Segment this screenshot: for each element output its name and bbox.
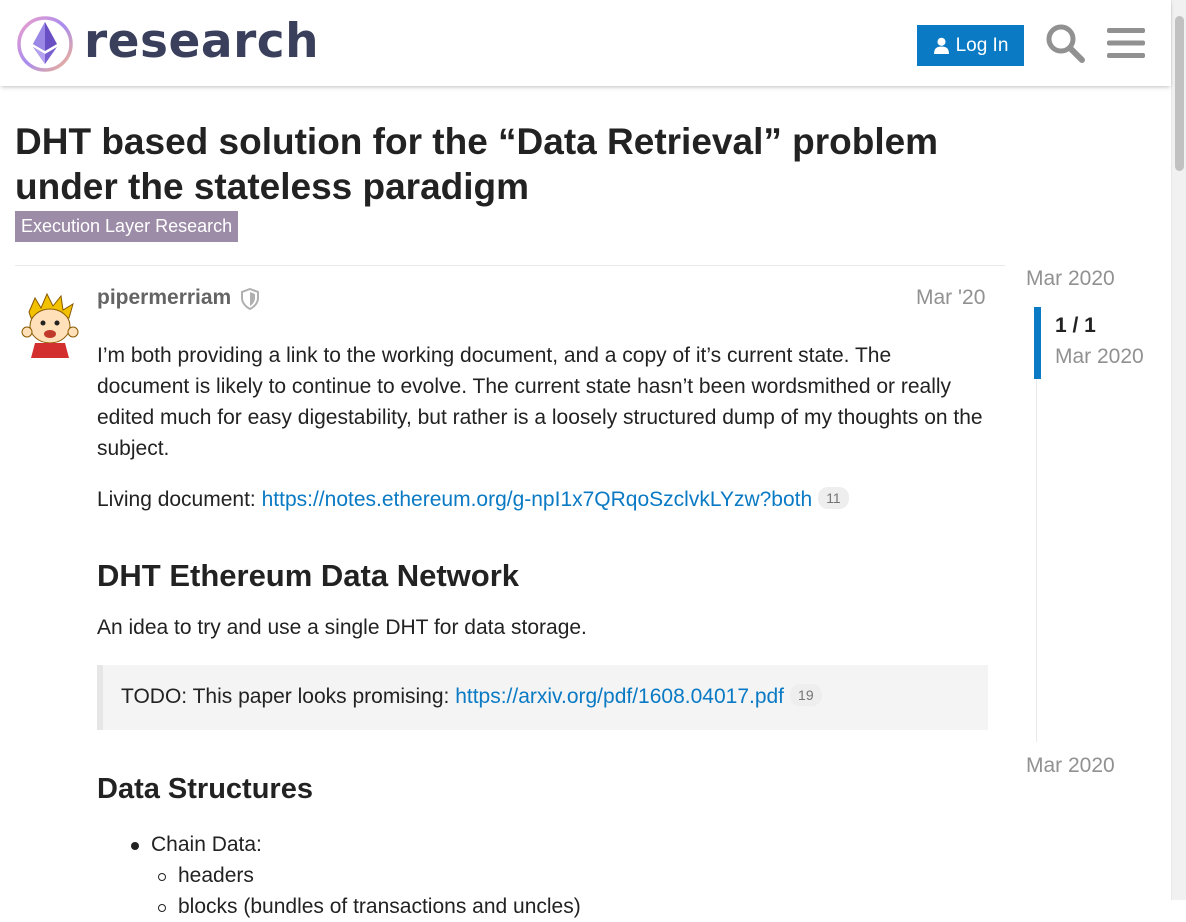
ethereum-logo-icon <box>17 16 73 72</box>
list-item: Chain Data: <box>151 833 262 856</box>
bullet-icon <box>158 873 166 881</box>
user-icon <box>933 37 949 54</box>
search-button[interactable] <box>1045 23 1085 63</box>
site-logo[interactable] <box>15 14 75 74</box>
login-label: Log In <box>955 34 1009 56</box>
timeline-counter: 1 / 1 <box>1055 314 1096 337</box>
list-item: blocks (bundles of transactions and uncl… <box>178 895 581 918</box>
avatar[interactable] <box>15 288 85 358</box>
post-paragraph: An idea to try and use a single DHT for … <box>97 616 587 639</box>
avatar-image <box>21 292 79 358</box>
timeline-handle[interactable] <box>1034 307 1041 379</box>
hamburger-menu-icon <box>1107 28 1145 58</box>
post-paragraph: I’m both providing a link to the working… <box>97 344 983 460</box>
site-header: research Log In <box>0 0 1171 86</box>
timeline-start-date[interactable]: Mar 2020 <box>1026 267 1115 291</box>
bullet-icon <box>158 904 166 912</box>
timeline-current-date: Mar 2020 <box>1055 345 1144 368</box>
list-item: headers <box>178 864 254 887</box>
blockquote: TODO: This paper looks promising: https:… <box>97 665 988 730</box>
quote-label: TODO: This paper looks promising: <box>121 685 456 708</box>
paper-link[interactable]: https://arxiv.org/pdf/1608.04017.pdf <box>455 685 784 708</box>
section-heading: Data Structures <box>97 773 313 805</box>
post-date[interactable]: Mar '20 <box>916 286 985 310</box>
scrollbar-thumb[interactable] <box>1175 16 1184 171</box>
search-icon <box>1046 24 1085 63</box>
login-button[interactable]: Log In <box>917 25 1024 66</box>
post-username[interactable]: pipermerriam <box>97 286 231 310</box>
bullet-icon <box>131 842 139 850</box>
topic-title[interactable]: DHT based solution for the “Data Retriev… <box>15 119 1005 209</box>
living-document-paragraph: Living document: https://notes.ethereum.… <box>97 484 988 515</box>
title-divider <box>15 265 1005 266</box>
hamburger-menu-button[interactable] <box>1107 26 1145 60</box>
link-click-count: 11 <box>818 487 849 509</box>
timeline-end-date[interactable]: Mar 2020 <box>1026 754 1115 778</box>
section-heading: DHT Ethereum Data Network <box>97 558 520 593</box>
living-document-link[interactable]: https://notes.ethereum.org/g-npI1x7QRqoS… <box>262 488 813 511</box>
blockquote-text: TODO: This paper looks promising: https:… <box>121 681 822 712</box>
category-badge[interactable]: Execution Layer Research <box>15 211 239 242</box>
shield-icon <box>240 287 260 311</box>
site-name[interactable]: research <box>84 14 319 69</box>
page-scrollbar[interactable] <box>1171 0 1186 900</box>
living-document-label: Living document: <box>97 488 262 511</box>
link-click-count: 19 <box>790 684 822 706</box>
